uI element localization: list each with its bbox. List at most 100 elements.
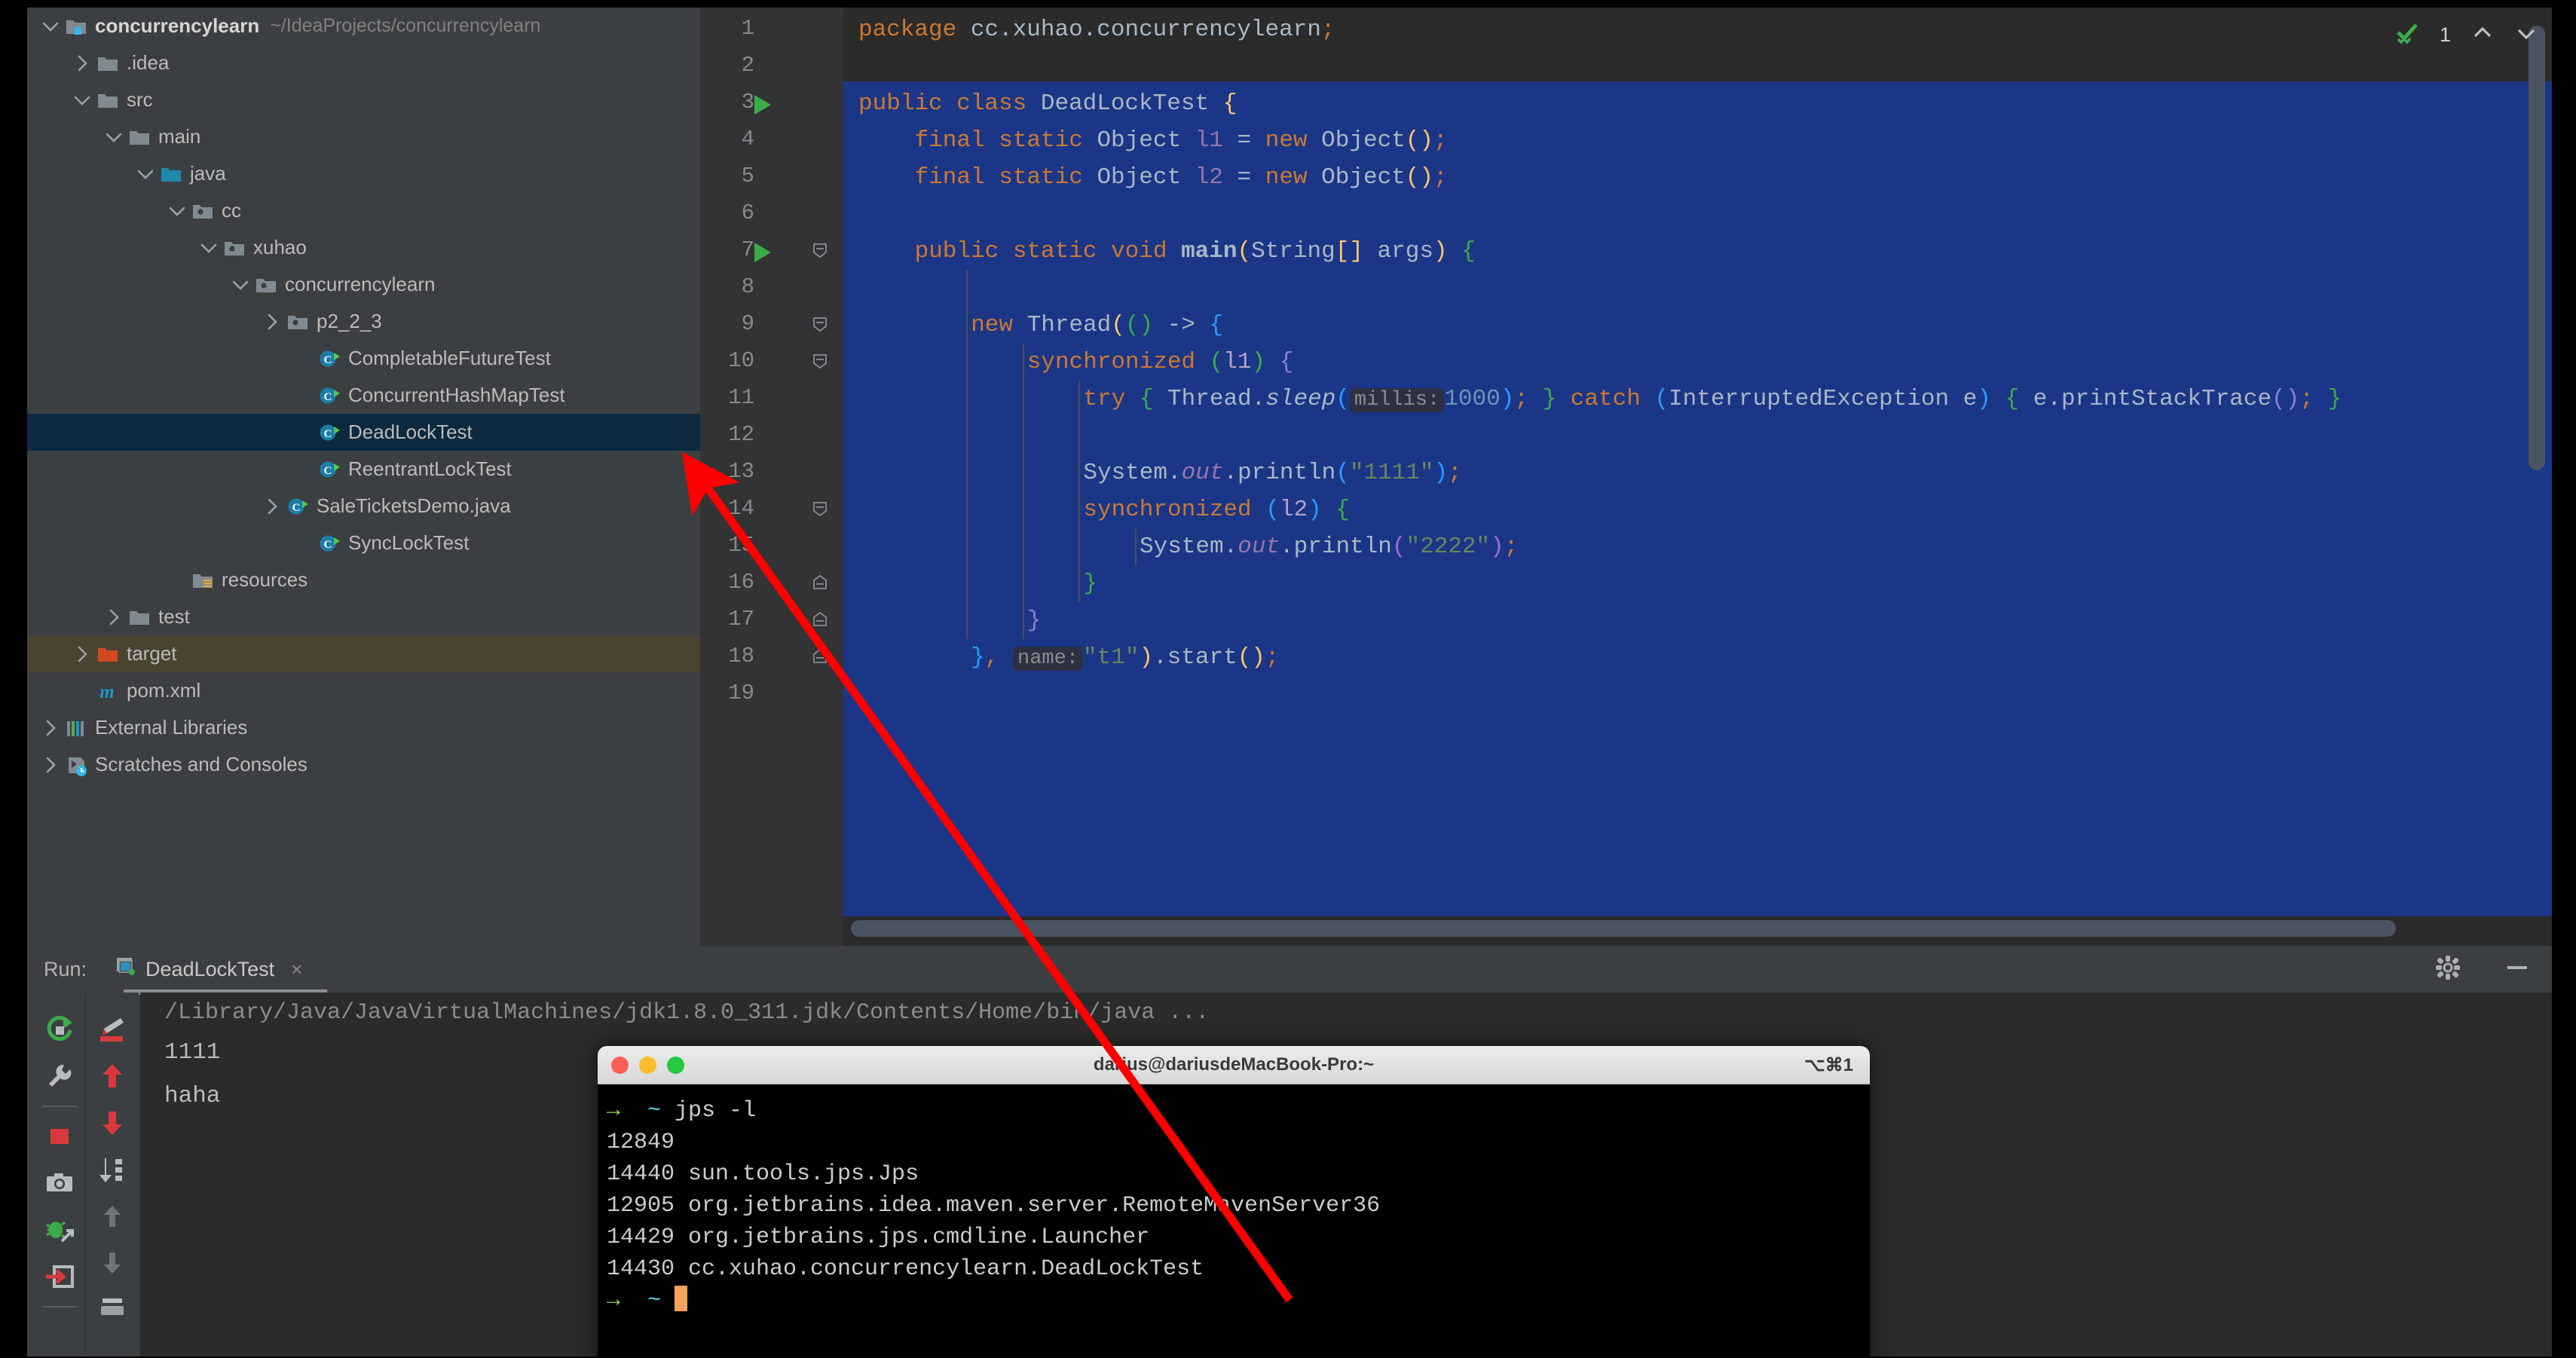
fold-start-icon[interactable] [812,316,828,332]
chevron-up-icon[interactable] [2470,21,2495,49]
package-icon [223,237,246,259]
chevron-down-icon[interactable] [136,164,155,184]
chevron-down-icon[interactable] [199,238,219,258]
line-number: 8 [741,274,754,299]
tree-item-src[interactable]: src [27,81,700,118]
chevron-right-icon[interactable] [104,607,124,627]
run-toolbar-left[interactable] [33,993,86,1356]
tree-item-external-libraries[interactable]: External Libraries [27,709,700,746]
inspection-widget[interactable]: 1 [2394,14,2538,56]
chevron-right-icon[interactable] [41,755,60,775]
tree-item-concurrenthashmaptest[interactable]: C ConcurrentHashMapTest [27,377,700,414]
tree-item--idea[interactable]: .idea [27,44,700,81]
rerun-icon[interactable] [39,1006,80,1053]
line-number: 3 [741,90,754,115]
svg-text:C: C [292,502,301,514]
scratches-icon [65,754,87,776]
tree-item-label: target [127,642,177,665]
code-line-5: final static Object l2 = new Object(); [914,164,1448,191]
editor-vertical-scrollbar[interactable] [2529,26,2545,470]
run-gutter-icon[interactable] [754,243,771,262]
line-number: 10 [728,348,754,373]
down-arrow-red-icon[interactable] [92,1100,133,1146]
libraries-icon [65,717,87,739]
chevron-right-icon[interactable] [262,312,282,332]
tree-item-saleticketsdemo-java[interactable]: C SaleTicketsDemo.java [27,488,700,525]
gear-icon[interactable] [2434,954,2461,985]
terminal-titlebar[interactable]: darius@dariusdeMacBook-Pro:~ ⌥⌘1 [598,1046,1870,1084]
tree-item-p2-2-3[interactable]: p2_2_3 [27,303,700,340]
tree-item-xuhao[interactable]: xuhao [27,229,700,266]
fold-end-icon[interactable] [812,611,828,628]
print-icon[interactable] [92,1286,133,1333]
fold-start-icon[interactable] [812,500,828,517]
soft-wrap-icon[interactable] [92,1006,133,1053]
editor-gutter[interactable]: 1 2 3 4 5 6 7 8 9 10 11 12 13 14 15 16 17 18 19 [700,8,843,946]
minimize-icon[interactable] [2504,954,2531,985]
scroll-to-end-icon[interactable] [92,1146,133,1193]
terminal-window[interactable]: darius@dariusdeMacBook-Pro:~ ⌥⌘1 → ~ jps… [598,1046,1870,1356]
java-class-icon: C [318,384,341,407]
fold-end-icon[interactable] [812,574,828,591]
tree-item-concurrencylearn[interactable]: concurrencylearn [27,266,700,303]
tree-item-target[interactable]: target [27,635,700,672]
chevron-right-icon[interactable] [262,497,282,516]
indent-guide [1078,381,1081,602]
chevron-right-icon[interactable] [41,718,60,738]
code-line-15: System.out.println("2222"); [1140,534,1519,560]
svg-text:m: m [99,682,114,702]
code-editor[interactable]: 1 2 3 4 5 6 7 8 9 10 11 12 13 14 15 16 17 18 19 package cc… [700,8,2552,946]
settings-wrench-icon[interactable] [39,1053,80,1100]
chevron-down-icon[interactable] [231,275,250,295]
chevron-down-icon[interactable] [2514,21,2538,49]
debug-attach-icon[interactable] [39,1207,80,1253]
chevron-down-icon[interactable] [167,201,187,221]
fold-start-icon[interactable] [812,353,828,369]
terminal-body[interactable]: → ~ jps -l 12849 14440 sun.tools.jps.Jps 12… [598,1084,1870,1356]
tree-item-completablefuturetest[interactable]: C CompletableFutureTest [27,340,700,377]
up-arrow-red-icon[interactable] [92,1053,133,1100]
tree-item-synclocktest[interactable]: C SyncLockTest [27,525,700,561]
line-number: 11 [728,385,754,410]
chevron-down-icon[interactable] [104,127,124,147]
tree-item-concurrencylearn[interactable]: concurrencylearn ~/IdeaProjects/concurren… [27,8,700,44]
stop-icon[interactable] [39,1113,80,1160]
chevron-right-icon[interactable] [72,54,92,73]
tree-item-label: ReentrantLockTest [348,457,512,480]
tree-item-cc[interactable]: cc [27,192,700,229]
tree-item-test[interactable]: test [27,598,700,635]
tree-item-main[interactable]: main [27,118,700,155]
console-command-line: /Library/Java/JavaVirtualMachines/jdk1.8… [164,1000,1210,1026]
chevron-down-icon[interactable] [41,17,60,36]
tree-item-label: cc [222,199,241,222]
run-tab-deadlocktest[interactable]: DeadLockTest × [114,956,302,983]
camera-icon[interactable] [39,1160,80,1207]
tree-item-label: p2_2_3 [317,310,382,332]
editor-horizontal-scrollbar[interactable] [851,920,2396,937]
project-tool-window[interactable]: concurrencylearn ~/IdeaProjects/concurren… [27,8,700,946]
console-output-line: haha [164,1083,221,1109]
export-icon[interactable] [39,1253,80,1300]
editor-code-area[interactable]: package cc.xuhao.concurrencylearn; public… [843,8,2552,946]
chevron-down-icon[interactable] [72,90,92,110]
tree-item-java[interactable]: java [27,155,700,192]
line-number: 12 [728,422,754,447]
tree-item-pom-xml[interactable]: m pom.xml [27,672,700,709]
terminal-cursor [675,1286,688,1311]
tree-item-reentrantlocktest[interactable]: C ReentrantLockTest [27,451,700,488]
fold-start-icon[interactable] [812,242,828,258]
tree-item-label: ConcurrentHashMapTest [348,384,565,406]
run-gutter-icon[interactable] [754,95,771,115]
tree-item-resources[interactable]: resources [27,561,700,598]
chevron-right-icon[interactable] [72,644,92,664]
tree-item-scratches-and-consoles[interactable]: Scratches and Consoles [27,746,700,783]
tree-item-deadlocktest[interactable]: C DeadLockTest [27,414,700,451]
svg-text:C: C [324,539,332,551]
tree-item-label: pom.xml [127,679,201,702]
fold-end-icon[interactable] [812,648,828,665]
down-arrow-icon[interactable] [92,1240,133,1286]
close-icon[interactable]: × [291,958,302,981]
run-toolbar-right[interactable] [86,993,139,1356]
up-arrow-icon[interactable] [92,1193,133,1240]
package-icon [255,274,277,296]
